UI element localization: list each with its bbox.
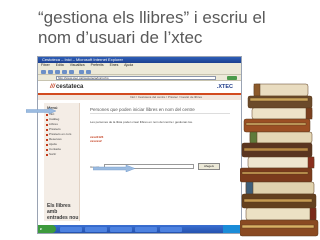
taskbar-item[interactable] xyxy=(110,226,132,232)
menu-favorites[interactable]: Preferits xyxy=(91,63,104,67)
start-button[interactable]: ▸ xyxy=(38,225,56,233)
breadcrumb: Inici / Cestoteca del centre / Prèstec /… xyxy=(130,95,203,99)
web-page: ///cestateca .XTEC Inici / Cestoteca del… xyxy=(26,81,241,227)
search-icon[interactable] xyxy=(79,69,84,74)
site-header: ///cestateca .XTEC xyxy=(38,81,241,95)
menu-help[interactable]: Ajuda xyxy=(124,63,133,67)
taskbar-item[interactable] xyxy=(135,226,157,232)
slide-title: “gestiona els llibres” i escriu el nom d… xyxy=(38,8,266,47)
favorites-icon[interactable] xyxy=(86,69,91,74)
arrow-field-icon xyxy=(93,165,135,172)
site-logo: ///cestateca xyxy=(50,84,84,90)
arrow-left-icon xyxy=(26,108,56,114)
browser-screenshot: Cestoteca – Inici – Microsoft Internet E… xyxy=(26,56,242,234)
system-tray xyxy=(223,225,241,233)
refresh-icon[interactable] xyxy=(62,69,67,74)
content-text: Les persones de la llista poden crear ll… xyxy=(90,120,193,124)
menu-view[interactable]: Visualitza xyxy=(70,63,85,67)
sidebar-menu: Inici Catàleg Llibres Préstecs Préstecs … xyxy=(46,112,71,157)
forward-icon[interactable] xyxy=(48,69,53,74)
home-icon[interactable] xyxy=(69,69,74,74)
add-user-button[interactable]: Afegeix xyxy=(198,163,220,170)
back-icon[interactable] xyxy=(41,69,46,74)
taskbar-item[interactable] xyxy=(85,226,107,232)
user-code: xxxxxx2 xyxy=(90,139,102,143)
xtec-logo: .XTEC xyxy=(216,84,233,90)
menu-tools[interactable]: Eines xyxy=(110,63,119,67)
stop-icon[interactable] xyxy=(55,69,60,74)
browser-toolbar xyxy=(38,68,241,75)
logo-mark-icon: /// xyxy=(50,84,56,90)
sidebar: Menú Inici Catàleg Llibres Préstecs Prés… xyxy=(44,103,80,221)
taskbar: ▸ xyxy=(38,225,241,233)
content-title: Persones que poden iniciar llibres en no… xyxy=(90,107,230,114)
sidebar-item-sortir[interactable]: Sortir xyxy=(46,152,71,157)
user-codes: xxxx0123 xxxxxx2 xyxy=(90,135,103,143)
taskbar-item[interactable] xyxy=(160,226,182,232)
main-content: Persones que poden iniciar llibres en no… xyxy=(88,103,238,221)
go-button[interactable] xyxy=(227,76,237,80)
taskbar-item[interactable] xyxy=(60,226,82,232)
sidebar-note: Els llibres amb entrades nou xyxy=(47,203,79,221)
address-input[interactable]: http://www.xtec.cat/cestoteca/inici.php xyxy=(56,76,216,80)
menu-edit[interactable]: Edita xyxy=(56,63,64,67)
book-stack-illustration xyxy=(240,83,319,237)
menu-file[interactable]: Fitxer xyxy=(41,63,50,67)
